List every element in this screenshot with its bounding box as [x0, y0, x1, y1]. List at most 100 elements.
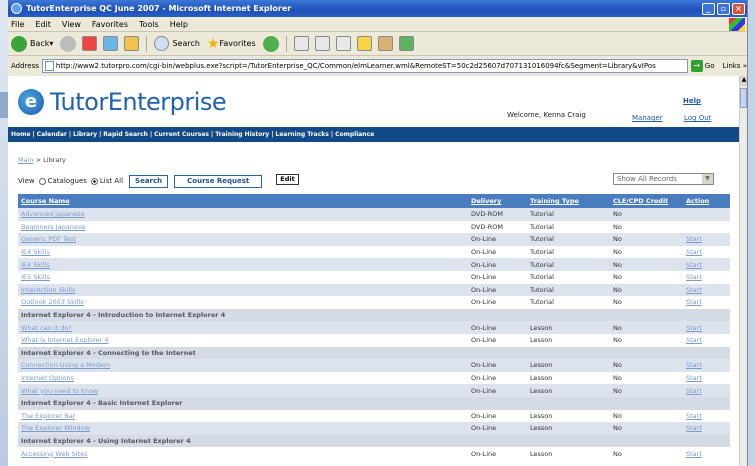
history-icon[interactable] — [293, 36, 309, 51]
nav-rapid-search[interactable]: Rapid Search — [103, 131, 148, 138]
nav-library[interactable]: Library — [73, 131, 97, 138]
media-icon[interactable] — [262, 35, 279, 52]
course-name-link[interactable]: Beginners Japanese — [21, 223, 85, 231]
col-course-name[interactable]: Course Name — [18, 194, 468, 208]
catalogues-label: Catalogues — [47, 177, 87, 185]
start-link[interactable]: Start — [686, 298, 702, 306]
go-button[interactable]: Go — [705, 62, 715, 70]
search-button[interactable]: Search — [151, 36, 200, 51]
folder-icon[interactable] — [356, 36, 372, 51]
menu-file[interactable]: File — [11, 20, 24, 29]
print-icon[interactable] — [335, 36, 351, 51]
list-all-radio[interactable] — [90, 177, 98, 185]
course-name-link[interactable]: IE5 Skills — [21, 273, 50, 281]
forward-button[interactable] — [60, 35, 77, 52]
stop-icon[interactable] — [82, 36, 98, 51]
refresh-icon[interactable] — [103, 36, 119, 51]
start-link[interactable]: Start — [686, 261, 702, 269]
nav-training-history[interactable]: Training History — [215, 131, 269, 138]
page-icon — [44, 60, 54, 71]
nav-home[interactable]: Home — [11, 131, 30, 138]
col-training-type[interactable]: Training Type — [527, 194, 610, 208]
start-link[interactable]: Start — [686, 324, 702, 332]
course-name-link[interactable]: Outlook 2003 Skills — [21, 298, 84, 306]
course-name-link[interactable]: IE4 Skills — [21, 248, 50, 256]
menu-edit[interactable]: Edit — [35, 20, 51, 29]
course-name-link[interactable]: Internet Options — [21, 374, 74, 382]
mail-icon[interactable] — [314, 36, 330, 51]
help-link[interactable]: Help — [683, 97, 701, 105]
close-icon[interactable]: × — [732, 2, 745, 15]
col-delivery[interactable]: Delivery — [468, 194, 527, 208]
menu-tools[interactable]: Tools — [139, 20, 159, 29]
menu-view[interactable]: View — [62, 20, 81, 29]
records-filter-select[interactable]: Show All Records ▼ — [613, 173, 714, 185]
scroll-up-icon[interactable]: ▲ — [740, 76, 747, 86]
course-request-button[interactable]: Course Request — [174, 174, 263, 188]
start-link[interactable]: Start — [686, 361, 702, 369]
search-submit-button[interactable]: Search — [129, 174, 169, 188]
course-name-link[interactable]: Advanced Japanese — [21, 210, 85, 218]
course-name-link[interactable]: What can it do? — [21, 324, 72, 332]
course-name-link[interactable]: The Explorer Bar — [21, 412, 75, 420]
nav-learning-tracks[interactable]: Learning Tracks — [275, 131, 328, 138]
table-row: InterAction Skills On-Line Tutorial No Start — [18, 283, 730, 297]
window-title: TutorEnterprise QC June 2007 - Microsoft… — [26, 4, 292, 13]
back-button[interactable]: Back ▾ — [11, 35, 53, 52]
start-link-cell: Start — [683, 245, 730, 259]
nav-current-courses[interactable]: Current Courses — [154, 131, 209, 138]
vertical-scrollbar[interactable]: ▲ — [739, 76, 747, 466]
start-link[interactable]: Start — [686, 286, 702, 294]
col-credit[interactable]: CLE/CPD Credit — [610, 194, 683, 208]
research-icon[interactable] — [377, 36, 393, 51]
links-button[interactable]: Links » — [723, 62, 748, 70]
training-type-cell-cell: Tutorial — [527, 233, 610, 246]
address-url: http://www2.tutorpro.com/cgi-bin/webplus… — [55, 61, 656, 70]
course-name-link[interactable]: Connection Using a Modem — [21, 361, 110, 369]
favorites-button[interactable]: ★ Favorites — [207, 36, 256, 52]
course-name-link-cell: IE4 Skills — [18, 258, 468, 271]
course-name-link[interactable]: Accessing Web Sites — [21, 450, 87, 458]
start-link[interactable]: Start — [686, 336, 702, 344]
start-link[interactable]: Start — [686, 450, 702, 458]
training-type-cell-cell: Tutorial — [527, 220, 610, 234]
menu-favorites[interactable]: Favorites — [92, 20, 128, 29]
minimize-icon[interactable]: _ — [702, 2, 715, 15]
go-arrow-icon[interactable]: → — [690, 59, 703, 72]
course-name-link[interactable]: What is Internet Explorer 4 — [21, 336, 109, 344]
maximize-icon[interactable]: ▫ — [717, 2, 730, 15]
start-link[interactable]: Start — [686, 235, 702, 243]
start-link[interactable]: Start — [686, 248, 702, 256]
menu-help[interactable]: Help — [170, 20, 188, 29]
course-name-link[interactable]: The Explorer Window — [21, 424, 90, 432]
messenger-icon[interactable] — [398, 36, 414, 51]
home-icon[interactable] — [124, 36, 140, 51]
course-name-link[interactable]: InterAction Skills — [21, 286, 75, 294]
start-link[interactable]: Start — [686, 374, 702, 382]
nav-calendar[interactable]: Calendar — [37, 131, 67, 138]
group-title: Internet Explorer 4 - Connecting to the … — [18, 346, 730, 360]
tutor-logo-icon: e — [18, 88, 44, 115]
course-name-link[interactable]: What you need to know — [21, 387, 98, 395]
training-type-cell-cell: Tutorial — [527, 245, 610, 259]
address-input[interactable]: http://www2.tutorpro.com/cgi-bin/webplus… — [41, 58, 688, 73]
start-link-cell: Start — [683, 321, 730, 334]
course-name-link[interactable]: Generic PDF Test — [21, 235, 76, 243]
catalogues-radio[interactable] — [38, 177, 46, 185]
manager-link[interactable]: Manager — [632, 114, 663, 122]
start-link[interactable]: Start — [686, 273, 702, 281]
start-link[interactable]: Start — [686, 387, 702, 395]
breadcrumb-main[interactable]: Main — [18, 156, 34, 164]
windows-flag-icon — [729, 17, 745, 31]
edit-button[interactable]: Edit — [276, 173, 299, 185]
course-name-link-cell: IE4 Skills — [18, 245, 468, 259]
table-row: What you need to know On-Line Lesson No Star… — [18, 384, 730, 397]
scroll-thumb[interactable] — [740, 88, 747, 108]
nav-compliance[interactable]: Compliance — [335, 131, 374, 138]
logout-link[interactable]: Log Out — [684, 114, 711, 122]
course-name-link[interactable]: IE4 Skills — [21, 261, 50, 269]
delivery-cell-cell: On-Line — [468, 258, 527, 271]
records-filter-value: Show All Records — [617, 175, 677, 183]
start-link[interactable]: Start — [686, 424, 702, 432]
start-link[interactable]: Start — [686, 412, 702, 420]
